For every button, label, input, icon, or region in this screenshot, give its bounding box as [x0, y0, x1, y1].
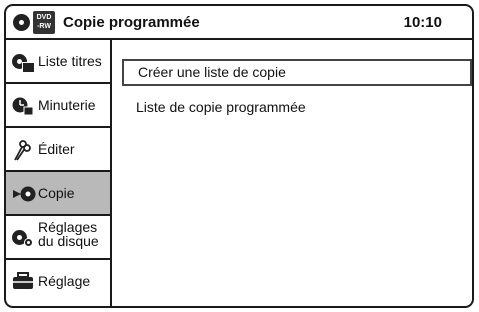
menu-content: Créer une liste de copie Liste de copie …: [112, 40, 472, 306]
sidebar-item-edit[interactable]: Éditer: [6, 128, 110, 172]
title-bar: DVD -RW Copie programmée 10:10: [6, 6, 472, 40]
title-list-icon: [12, 52, 35, 73]
sidebar-item-title-list[interactable]: Liste titres: [6, 40, 110, 84]
clock: 10:10: [403, 14, 442, 31]
sidebar-item-disc-settings[interactable]: Réglages du disque: [6, 216, 110, 260]
sidebar-item-label: Réglage: [38, 273, 91, 289]
sidebar-item-label: Liste titres: [38, 53, 102, 69]
toolbox-icon: [12, 272, 34, 292]
sidebar-item-setup[interactable]: Réglage: [6, 260, 110, 304]
disc-settings-icon: [12, 228, 34, 248]
sidebar-item-label: Copie: [38, 185, 75, 201]
page-title: Copie programmée: [63, 14, 200, 31]
disc-icon: [13, 14, 30, 31]
timer-icon: [12, 96, 34, 116]
menu-screen: DVD -RW Copie programmée 10:10 Liste titr…: [4, 4, 474, 308]
copy-icon: [12, 184, 36, 204]
dvd-rw-badge: DVD -RW: [33, 11, 55, 34]
sidebar-item-label: Réglages du disque: [38, 219, 99, 249]
sidebar-item-copy[interactable]: Copie: [6, 172, 110, 216]
sidebar-item-label: Éditer: [38, 141, 75, 157]
sidebar-item-timer[interactable]: Minuterie: [6, 84, 110, 128]
scissors-icon: [12, 140, 34, 161]
sidebar-item-label: Minuterie: [38, 97, 96, 113]
sidebar: Liste titres Minuterie Éditer Copie Régl…: [6, 40, 112, 306]
menu-item-create-copy-list[interactable]: Créer une liste de copie: [122, 59, 472, 86]
menu-item-scheduled-copy-list[interactable]: Liste de copie programmée: [122, 94, 472, 121]
